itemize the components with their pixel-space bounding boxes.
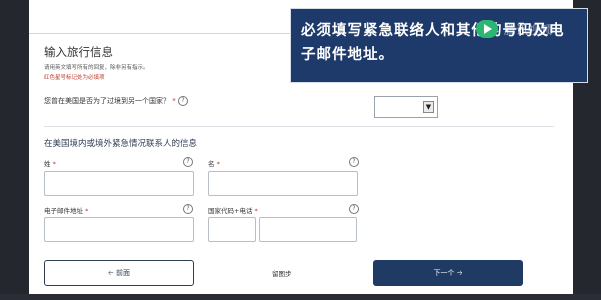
required-asterisk: *	[172, 97, 176, 105]
transit-question: 您曾在美国是否为了过境到另一个国家？ * ?	[44, 96, 188, 106]
chevron-down-icon[interactable]: ▼	[423, 101, 434, 113]
instruction-text: 请用英文填写所有的回复，除非另有指示。	[44, 65, 149, 71]
last-name-label: 姓 *	[44, 158, 56, 168]
arrow-right-icon: 🡢	[456, 269, 463, 277]
help-icon[interactable]: ?	[183, 157, 193, 167]
required-asterisk: *	[216, 160, 220, 168]
required-asterisk: *	[52, 160, 56, 168]
divider	[44, 126, 554, 127]
phone-label: 国家代码+电话 *	[208, 205, 258, 215]
video-letterbox-bottom	[0, 294, 601, 300]
back-button[interactable]: 🡠 前面	[44, 260, 194, 286]
last-name-label-text: 姓	[44, 160, 51, 168]
back-button-label: 前面	[115, 269, 130, 277]
phone-number-input[interactable]	[259, 217, 357, 242]
last-name-input[interactable]	[44, 171, 194, 196]
phone-label-text: 国家代码+电话	[208, 207, 253, 215]
save-link[interactable]: 留图步	[272, 268, 292, 278]
watermark-text: 腾讯视频	[504, 23, 553, 37]
video-letterbox-left	[0, 0, 29, 300]
next-button-label: 下一个	[433, 269, 455, 277]
required-asterisk: *	[85, 207, 89, 215]
transit-select[interactable]: ▼	[374, 96, 438, 118]
page: 输入旅行信息 请用英文填写所有的回复，除非另有指示。 红色星号标记处为必填项 您…	[0, 0, 601, 300]
help-icon[interactable]: ?	[349, 157, 359, 167]
first-name-input[interactable]	[208, 171, 358, 196]
help-icon[interactable]: ?	[183, 204, 193, 214]
tencent-video-logo-icon	[476, 20, 498, 38]
next-button[interactable]: 下一个 🡢	[373, 260, 523, 286]
required-asterisk: *	[254, 207, 258, 215]
transit-question-label: 您曾在美国是否为了过境到另一个国家？	[44, 97, 170, 105]
help-icon[interactable]: ?	[349, 204, 359, 214]
first-name-label-text: 名	[208, 160, 215, 168]
section-title: 在美国境内或境外紧急情况联系人的信息	[44, 139, 198, 149]
country-code-input[interactable]	[208, 217, 256, 242]
first-name-label: 名 *	[208, 158, 220, 168]
video-watermark: 腾讯视频	[476, 18, 586, 42]
email-label: 电子邮件地址 *	[44, 205, 88, 215]
help-icon[interactable]: ?	[177, 96, 188, 106]
email-label-text: 电子邮件地址	[44, 207, 83, 215]
page-title: 输入旅行信息	[44, 45, 113, 59]
required-note: 红色星号标记处为必填项	[44, 75, 105, 81]
email-input[interactable]	[44, 217, 194, 242]
arrow-left-icon: 🡠	[108, 269, 114, 277]
